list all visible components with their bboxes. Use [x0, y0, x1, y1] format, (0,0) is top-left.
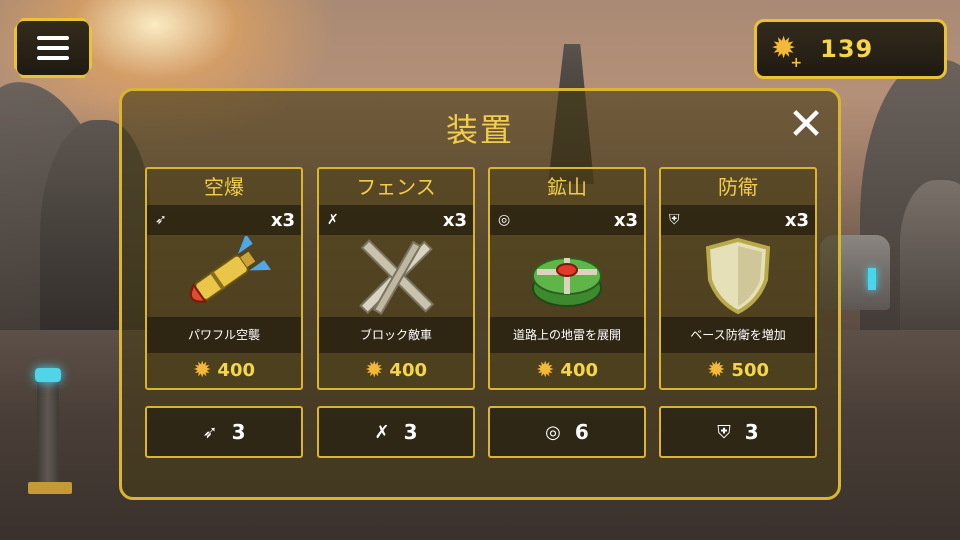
buy-button[interactable]: ✹ 400 [490, 353, 644, 388]
slot-airstrike[interactable]: ➶ 3 [145, 406, 303, 458]
equipment-panel: 装置 ✕ 空爆 ➶ x3 パワフル空襲 ✹ 400 フェンス ✗ x3 ブロック… [119, 88, 841, 500]
missile-icon: ➶ [155, 212, 167, 228]
card-mine[interactable]: 鉱山 ◎ x3 道路上の地雷を展開 ✹ 400 [488, 167, 646, 390]
gear-coin-icon: ✹ [535, 357, 555, 383]
card-count: x3 [442, 209, 467, 231]
gear-coin-icon: ✹ [192, 357, 212, 383]
card-count: x3 [613, 209, 638, 231]
card-price: 400 [560, 360, 598, 381]
shield-icon: ⛨ [669, 212, 680, 228]
mine-image [490, 235, 644, 317]
slot-mine[interactable]: ◎ 6 [488, 406, 646, 458]
shield-icon: ⛨ [717, 421, 731, 443]
card-description: ブロック敵車 [319, 317, 473, 353]
mine-icon: ◎ [545, 421, 561, 443]
card-price: 500 [731, 360, 769, 381]
coin-balance[interactable]: ✹ + 139 [754, 19, 947, 79]
slot-count: 3 [403, 420, 418, 444]
panel-title: 装置 [445, 111, 514, 149]
card-defense[interactable]: 防衛 ⛨ x3 ベース防衛を増加 ✹ 500 [659, 167, 817, 390]
hamburger-menu-icon [37, 36, 69, 40]
mine-icon: ◎ [498, 212, 511, 228]
barricade-image [319, 235, 473, 317]
beacon-base [28, 482, 72, 494]
card-fence[interactable]: フェンス ✗ x3 ブロック敵車 ✹ 400 [317, 167, 475, 390]
menu-button[interactable] [14, 18, 92, 78]
coin-count: 139 [820, 35, 874, 63]
card-price: 400 [217, 360, 255, 381]
slot-defense[interactable]: ⛨ 3 [659, 406, 817, 458]
tower-light [868, 268, 876, 290]
card-count: x3 [784, 209, 809, 231]
card-price: 400 [389, 360, 427, 381]
buy-button[interactable]: ✹ 400 [147, 353, 301, 388]
card-count: x3 [270, 209, 295, 231]
shield-image [661, 235, 815, 317]
card-name: 鉱山 [547, 175, 587, 199]
gear-coin-icon: ✹ [364, 357, 384, 383]
card-name: 防衛 [718, 175, 758, 199]
beacon-light [35, 368, 61, 382]
buy-button[interactable]: ✹ 400 [319, 353, 473, 388]
card-name: 空爆 [204, 175, 244, 199]
missile-image [147, 235, 301, 317]
barricade-icon: ✗ [327, 212, 339, 228]
slot-count: 3 [231, 420, 246, 444]
barricade-icon: ✗ [374, 421, 390, 443]
beacon-pole [37, 372, 59, 492]
gear-coin-icon: ✹ [706, 357, 726, 383]
close-button[interactable]: ✕ [782, 101, 830, 149]
card-description: 道路上の地雷を展開 [490, 317, 644, 353]
slot-count: 3 [744, 420, 759, 444]
close-icon: ✕ [787, 99, 825, 150]
card-description: パワフル空襲 [147, 317, 301, 353]
rock-right-2 [900, 180, 960, 340]
slot-count: 6 [574, 420, 589, 444]
missile-icon: ➶ [202, 421, 218, 443]
card-description: ベース防衛を増加 [661, 317, 815, 353]
slot-fence[interactable]: ✗ 3 [317, 406, 475, 458]
card-name: フェンス [356, 175, 436, 199]
gear-coin-plus-icon: ✹ + [771, 31, 803, 71]
buy-button[interactable]: ✹ 500 [661, 353, 815, 388]
card-airstrike[interactable]: 空爆 ➶ x3 パワフル空襲 ✹ 400 [145, 167, 303, 390]
